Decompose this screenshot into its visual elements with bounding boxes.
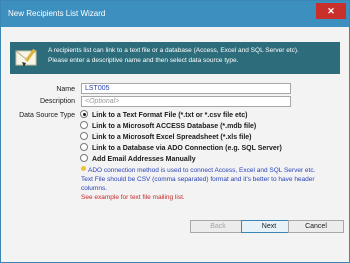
- radio-selected-icon[interactable]: [80, 110, 88, 119]
- source-option-access[interactable]: Link to a Microsoft ACCESS Database (*.m…: [80, 121, 320, 132]
- banner-line-1: A recipients list can link to a text fil…: [48, 47, 299, 54]
- cancel-button[interactable]: Cancel: [288, 220, 344, 233]
- example-link[interactable]: See example for text file mailing list.: [81, 193, 341, 202]
- info-line-1: ADO connection method is used to connect…: [81, 166, 341, 175]
- radio-icon[interactable]: [80, 154, 88, 163]
- source-option-text-file[interactable]: Link to a Text Format File (*.txt or *.c…: [80, 110, 320, 121]
- radio-icon[interactable]: [80, 143, 88, 152]
- name-label: Name: [56, 86, 75, 93]
- source-option-label: Add Email Addresses Manually: [92, 156, 196, 163]
- name-input[interactable]: LST005: [81, 83, 291, 94]
- window-title: New Recipients List Wizard: [8, 9, 106, 18]
- banner-line-2: Please enter a descriptive name and then…: [48, 57, 239, 64]
- banner-text: A recipients list can link to a text fil…: [48, 46, 338, 66]
- wizard-window: New Recipients List Wizard ✕ A recipient…: [0, 0, 350, 263]
- close-button[interactable]: ✕: [316, 3, 346, 19]
- title-bar[interactable]: New Recipients List Wizard ✕: [1, 1, 349, 27]
- lightbulb-icon: [81, 166, 86, 171]
- instruction-banner: A recipients list can link to a text fil…: [10, 42, 340, 74]
- radio-icon[interactable]: [80, 121, 88, 130]
- radio-icon[interactable]: [80, 132, 88, 141]
- source-option-label: Link to a Microsoft Excel Spreadsheet (*…: [92, 134, 252, 141]
- envelope-icon: [15, 48, 37, 67]
- source-option-ado[interactable]: Link to a Database via ADO Connection (e…: [80, 143, 320, 154]
- source-type-label: Data Source Type: [19, 112, 75, 119]
- back-button[interactable]: Back: [190, 220, 246, 233]
- description-input[interactable]: <Optional>: [81, 96, 291, 107]
- source-option-manual[interactable]: Add Email Addresses Manually: [80, 154, 320, 165]
- source-option-label: Link to a Database via ADO Connection (e…: [92, 145, 282, 152]
- source-option-label: Link to a Microsoft ACCESS Database (*.m…: [92, 123, 257, 130]
- source-option-label: Link to a Text Format File (*.txt or *.c…: [92, 112, 248, 119]
- info-line-1-text: ADO connection method is used to connect…: [88, 167, 316, 174]
- info-notes: ADO connection method is used to connect…: [81, 166, 341, 202]
- source-option-excel[interactable]: Link to a Microsoft Excel Spreadsheet (*…: [80, 132, 320, 143]
- description-label: Description: [39, 98, 75, 105]
- info-line-2: Text File should be CSV (comma separated…: [81, 176, 315, 192]
